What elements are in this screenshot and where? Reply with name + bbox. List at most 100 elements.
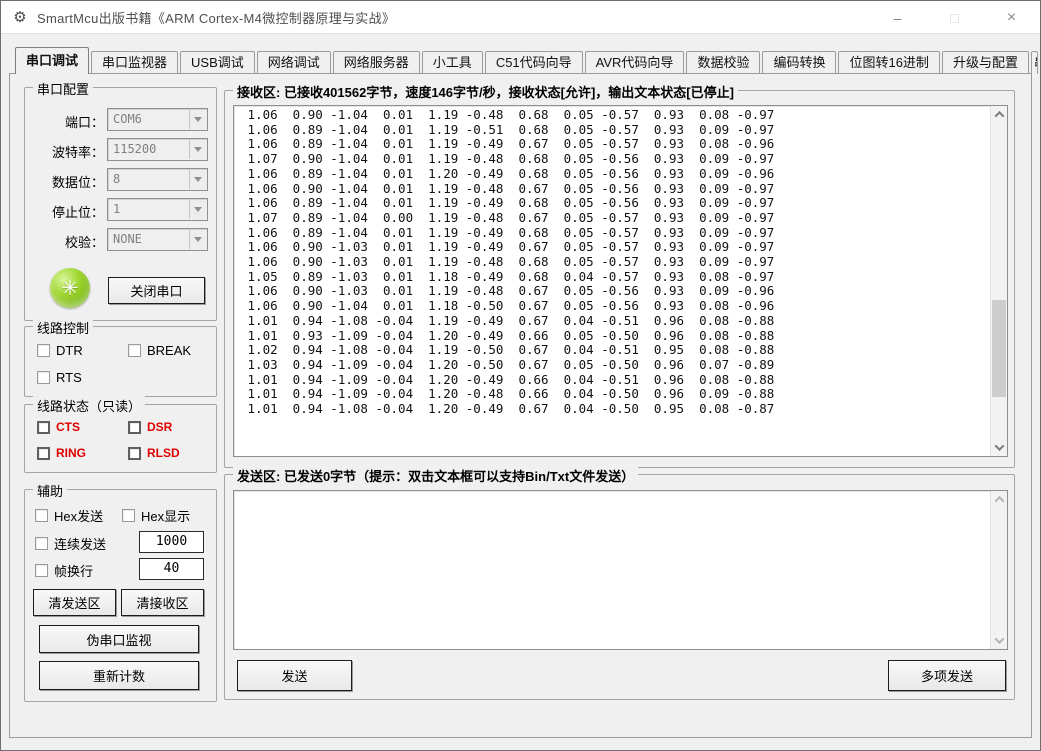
- tab-data-verify[interactable]: 数据校验: [686, 51, 760, 74]
- continuous-send-checkbox[interactable]: 连续发送: [35, 534, 106, 553]
- tab-serial-debug[interactable]: 串口调试: [15, 47, 89, 74]
- line-status-title: 线路状态（只读）: [33, 396, 145, 415]
- tab-network-debug[interactable]: 网络调试: [257, 51, 331, 74]
- tab-usb-debug[interactable]: USB调试: [180, 51, 255, 74]
- rlsd-label: RLSD: [147, 446, 180, 460]
- databits-value: 8: [113, 172, 120, 186]
- databits-row: 数据位： 8: [25, 168, 216, 192]
- app-window: ⚙ SmartMcu出版书籍《ARM Cortex-M4微控制器原理与实战》 –…: [0, 0, 1041, 751]
- receive-scroll-thumb[interactable]: [992, 300, 1006, 397]
- checkbox-icon: [128, 447, 141, 460]
- tab-serial-monitor[interactable]: 串口监视器: [91, 51, 178, 74]
- stopbits-row: 停止位： 1: [25, 198, 216, 222]
- port-label: 端口：: [65, 112, 104, 131]
- frame-newline-checkbox[interactable]: 帧换行: [35, 561, 93, 580]
- clear-receive-button[interactable]: 清接收区: [121, 589, 204, 616]
- tab-bitmap-hex[interactable]: 位图转16进制: [838, 51, 939, 74]
- checkbox-icon: [35, 537, 48, 550]
- tab-small-tools[interactable]: 小工具: [422, 51, 483, 74]
- checkbox-icon: [37, 371, 50, 384]
- chevron-down-icon: [189, 200, 206, 219]
- tab-avr-wizard[interactable]: AVR代码向导: [585, 51, 685, 74]
- send-scrollbar[interactable]: [990, 491, 1007, 649]
- tab-c51-wizard[interactable]: C51代码向导: [485, 51, 583, 74]
- frame-chars-input[interactable]: 40: [139, 558, 204, 580]
- window-title: SmartMcu出版书籍《ARM Cortex-M4微控制器原理与实战》: [37, 8, 395, 27]
- send-group: 发送区: 已发送0字节（提示：双击文本框可以支持Bin/Txt文件发送） 发送 …: [224, 474, 1015, 700]
- break-checkbox[interactable]: BREAK: [128, 343, 191, 358]
- cts-indicator: CTS: [37, 420, 80, 434]
- dsr-label: DSR: [147, 420, 172, 434]
- checkbox-icon: [37, 421, 50, 434]
- port-value: COM6: [113, 112, 142, 126]
- hex-display-label: Hex显示: [141, 506, 190, 525]
- clear-send-button[interactable]: 清发送区: [33, 589, 116, 616]
- break-label: BREAK: [147, 343, 191, 358]
- port-select[interactable]: COM6: [107, 108, 208, 131]
- serial-config-group: 串口配置 端口： COM6 波特率： 115200 数据位： 8: [24, 87, 217, 321]
- close-port-button[interactable]: 关闭串口: [108, 277, 205, 304]
- tab-encoding-convert[interactable]: 编码转换: [762, 51, 836, 74]
- hex-display-checkbox[interactable]: Hex显示: [122, 506, 190, 525]
- rts-checkbox[interactable]: RTS: [37, 370, 82, 385]
- cts-label: CTS: [56, 420, 80, 434]
- tab-upgrade-config[interactable]: 升级与配置: [942, 51, 1029, 74]
- dtr-label: DTR: [56, 343, 83, 358]
- tab-partial-clipped[interactable]: 串: [1031, 51, 1038, 74]
- ring-label: RING: [56, 446, 86, 460]
- port-open-status-icon: ✳: [50, 268, 90, 308]
- port-row: 端口： COM6: [25, 108, 216, 132]
- dtr-checkbox[interactable]: DTR: [37, 343, 83, 358]
- continuous-send-label: 连续发送: [54, 534, 106, 553]
- stopbits-label: 停止位：: [52, 202, 104, 221]
- auxiliary-group: 辅助 Hex发送 Hex显示 连续发送 1000 帧换行 40 清发送区 清接收…: [24, 489, 217, 702]
- close-button[interactable]: ×: [983, 1, 1040, 34]
- parity-select[interactable]: NONE: [107, 228, 208, 251]
- checkbox-icon: [35, 564, 48, 577]
- ring-indicator: RING: [37, 446, 86, 460]
- serial-config-title: 串口配置: [33, 79, 93, 98]
- maximize-button[interactable]: □: [926, 1, 983, 34]
- title-bar: ⚙ SmartMcu出版书籍《ARM Cortex-M4微控制器原理与实战》 –…: [1, 1, 1040, 34]
- serial-debug-page: 串口配置 端口： COM6 波特率： 115200 数据位： 8: [9, 73, 1032, 738]
- rts-label: RTS: [56, 370, 82, 385]
- tab-strip: 串口调试 串口监视器 USB调试 网络调试 网络服务器 小工具 C51代码向导 …: [15, 47, 1040, 74]
- scroll-up-icon[interactable]: [991, 491, 1007, 508]
- baudrate-select[interactable]: 115200: [107, 138, 208, 161]
- send-textarea[interactable]: [233, 490, 1008, 650]
- chevron-down-icon: [189, 140, 206, 159]
- checkbox-icon: [128, 344, 141, 357]
- checkbox-icon: [37, 344, 50, 357]
- pseudo-serial-monitor-button[interactable]: 伪串口监视: [39, 625, 199, 653]
- parity-value: NONE: [113, 232, 142, 246]
- scroll-up-icon[interactable]: [991, 106, 1007, 123]
- window-controls: – □ ×: [869, 1, 1040, 34]
- send-button[interactable]: 发送: [237, 660, 352, 691]
- continuous-interval-input[interactable]: 1000: [139, 531, 204, 553]
- send-header: 发送区: 已发送0字节（提示：双击文本框可以支持Bin/Txt文件发送）: [233, 466, 638, 485]
- frame-newline-label: 帧换行: [54, 561, 93, 580]
- recount-button[interactable]: 重新计数: [39, 661, 199, 690]
- scroll-down-icon[interactable]: [991, 439, 1007, 456]
- tab-network-server[interactable]: 网络服务器: [333, 51, 420, 74]
- asterisk-icon: ✳: [61, 278, 79, 299]
- receive-scrollbar[interactable]: [990, 106, 1007, 456]
- receive-text: 1.06 0.90 -1.04 0.01 1.19 -0.48 0.68 0.0…: [240, 108, 987, 456]
- minimize-button[interactable]: –: [869, 1, 926, 34]
- line-control-group: 线路控制 DTR BREAK RTS: [24, 326, 217, 397]
- hex-send-checkbox[interactable]: Hex发送: [35, 506, 103, 525]
- line-status-group: 线路状态（只读） CTS DSR RING RLSD: [24, 404, 217, 473]
- stopbits-select[interactable]: 1: [107, 198, 208, 221]
- databits-select[interactable]: 8: [107, 168, 208, 191]
- scroll-down-icon[interactable]: [991, 632, 1007, 649]
- checkbox-icon: [128, 421, 141, 434]
- app-gear-icon: ⚙: [10, 8, 30, 26]
- checkbox-icon: [37, 447, 50, 460]
- multi-send-button[interactable]: 多项发送: [888, 660, 1006, 691]
- databits-label: 数据位：: [52, 172, 104, 191]
- receive-textarea[interactable]: 1.06 0.90 -1.04 0.01 1.19 -0.48 0.68 0.0…: [233, 105, 1008, 457]
- rlsd-indicator: RLSD: [128, 446, 180, 460]
- chevron-down-icon: [189, 170, 206, 189]
- hex-send-label: Hex发送: [54, 506, 103, 525]
- send-text: [240, 493, 987, 649]
